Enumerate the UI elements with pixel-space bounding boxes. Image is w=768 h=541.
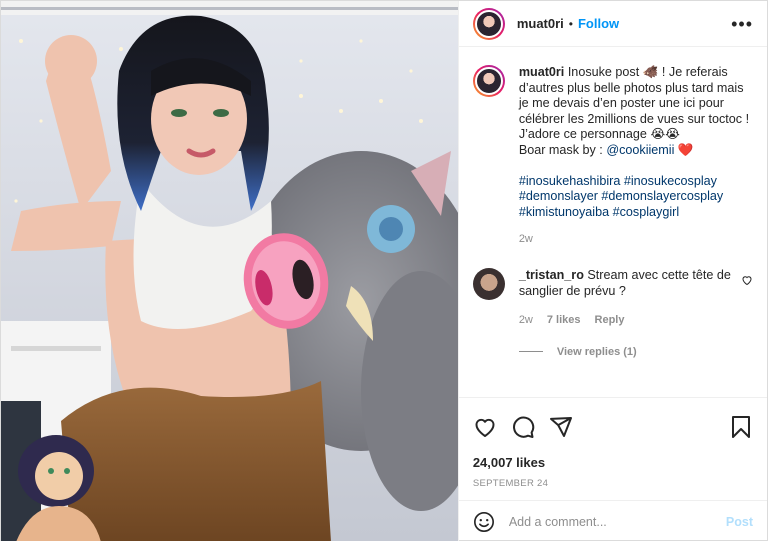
author-avatar[interactable] [472,7,505,40]
hashtag-list: #inosukehashibira #inosukecosplay #demon… [519,174,753,221]
post-side-panel: muat0ri • Follow ••• muat0ri Inosuke pos… [457,1,767,541]
caption-mention[interactable]: @cookiiemii [606,143,674,157]
reply-button[interactable]: Reply [595,314,625,326]
commenter-avatar[interactable] [472,267,505,300]
photo-illustration [1,1,458,541]
post-header: muat0ri • Follow ••• [458,1,767,47]
hashtag[interactable]: #inosukecosplay [624,174,717,188]
separator-dot: • [568,16,573,31]
hashtag[interactable]: #demonslayercosplay [601,189,723,203]
caption-age[interactable]: 2w [519,232,753,248]
caption-credit-prefix: Boar mask by : [518,142,607,157]
view-replies-label: View replies (1) [556,345,637,358]
add-comment-bar: Post [458,500,767,541]
commenter-username[interactable]: _tristan_ro [519,268,584,282]
comment-item: _tristan_ro Stream avec cette tête de sa… [472,267,753,300]
post-comment-button[interactable]: Post [726,515,753,529]
comment-icon[interactable] [511,415,535,439]
post-date[interactable]: September 24 [459,470,767,500]
comment-likes[interactable]: 7 likes [547,314,581,326]
author-username[interactable]: muat0ri [517,16,564,31]
caption-username[interactable]: muat0ri [519,65,565,79]
share-icon[interactable] [549,415,573,439]
like-count[interactable]: 24,007 likes [459,455,767,470]
hashtag[interactable]: #demonslayer [519,189,598,203]
caption: muat0ri Inosuke post 🐗 ! Je referais d’a… [472,65,753,248]
post-dialog: muat0ri • Follow ••• muat0ri Inosuke pos… [0,0,768,541]
caption-credit-suffix: ❤️ [674,142,694,157]
action-bar [458,397,767,455]
bookmark-icon[interactable] [729,415,753,439]
view-replies-button[interactable]: View replies (1) [518,345,753,358]
emoji-icon[interactable] [473,511,495,533]
more-options-icon[interactable]: ••• [731,15,753,33]
comment-like-heart-icon[interactable] [741,274,753,286]
comment-meta: 2w 7 likes Reply [519,314,753,326]
comment-age[interactable]: 2w [519,314,533,326]
caption-avatar[interactable] [472,65,505,97]
replies-divider [518,351,543,353]
comments-section[interactable]: muat0ri Inosuke post 🐗 ! Je referais d’a… [459,47,767,397]
hashtag[interactable]: #kimistunoyaiba [519,205,609,219]
post-photo[interactable] [1,1,458,541]
hashtag[interactable]: #cosplaygirl [613,205,680,219]
follow-button[interactable]: Follow [578,16,619,31]
caption-body: muat0ri Inosuke post 🐗 ! Je referais d’a… [519,65,753,248]
comment-input[interactable] [508,514,726,529]
comment-body: _tristan_ro Stream avec cette tête de sa… [519,268,734,300]
heart-icon[interactable] [473,415,497,439]
hashtag[interactable]: #inosukehashibira [519,174,621,188]
